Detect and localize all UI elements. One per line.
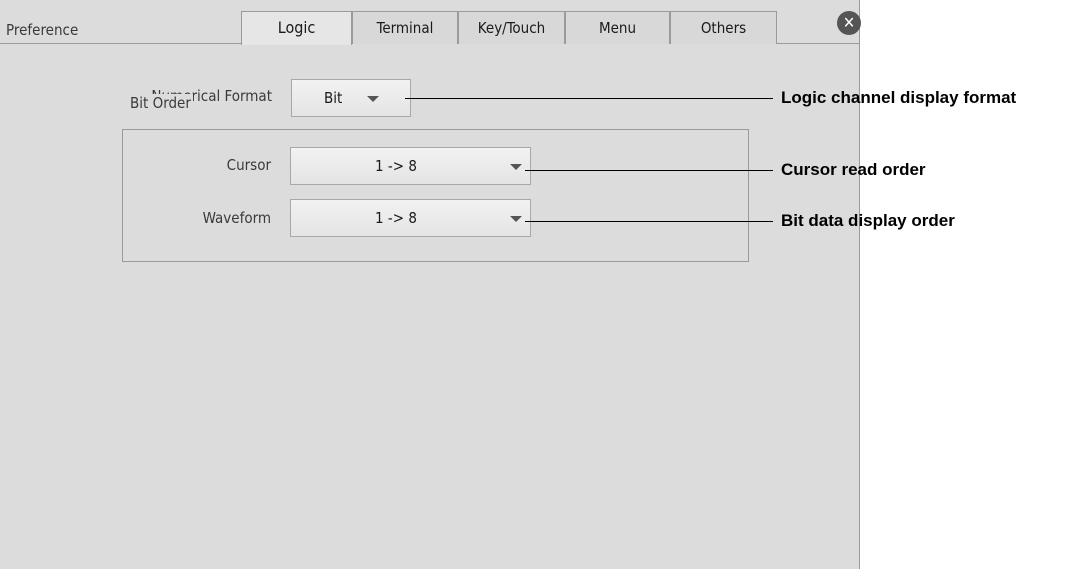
numerical-format-dropdown[interactable]: Bit (291, 79, 411, 117)
tab-menu[interactable]: Menu (565, 11, 670, 44)
cursor-order-value: 1 -> 8 (375, 157, 417, 175)
tab-bar: Preference Logic Terminal Key/Touch Menu… (0, 0, 861, 45)
chevron-down-icon (510, 216, 522, 222)
numerical-format-value: Bit (324, 89, 343, 107)
preference-panel: Preference Logic Terminal Key/Touch Menu… (0, 0, 861, 569)
waveform-order-value: 1 -> 8 (375, 209, 417, 227)
annotation-numerical-format: Logic channel display format (781, 88, 1017, 107)
tab-terminal[interactable]: Terminal (352, 11, 458, 44)
annotation-leader-format (405, 98, 773, 99)
bit-order-legend: Bit Order (128, 94, 193, 112)
tab-others[interactable]: Others (670, 11, 777, 44)
chevron-down-icon (510, 164, 522, 170)
annotation-leader-waveform (525, 221, 773, 222)
tab-logic[interactable]: Logic (241, 11, 352, 45)
cursor-order-dropdown[interactable]: 1 -> 8 (290, 147, 531, 185)
annotation-leader-cursor (525, 170, 773, 171)
window-title: Preference (6, 21, 79, 39)
tab-key-touch[interactable]: Key/Touch (458, 11, 565, 44)
close-icon: ✕ (842, 13, 856, 32)
waveform-order-dropdown[interactable]: 1 -> 8 (290, 199, 531, 237)
cursor-label: Cursor (226, 156, 271, 174)
annotation-cursor: Cursor read order (781, 160, 926, 179)
chevron-down-icon (367, 96, 379, 102)
close-button[interactable]: ✕ (837, 11, 861, 35)
annotation-waveform: Bit data display order (781, 211, 955, 230)
waveform-label: Waveform (202, 209, 271, 227)
